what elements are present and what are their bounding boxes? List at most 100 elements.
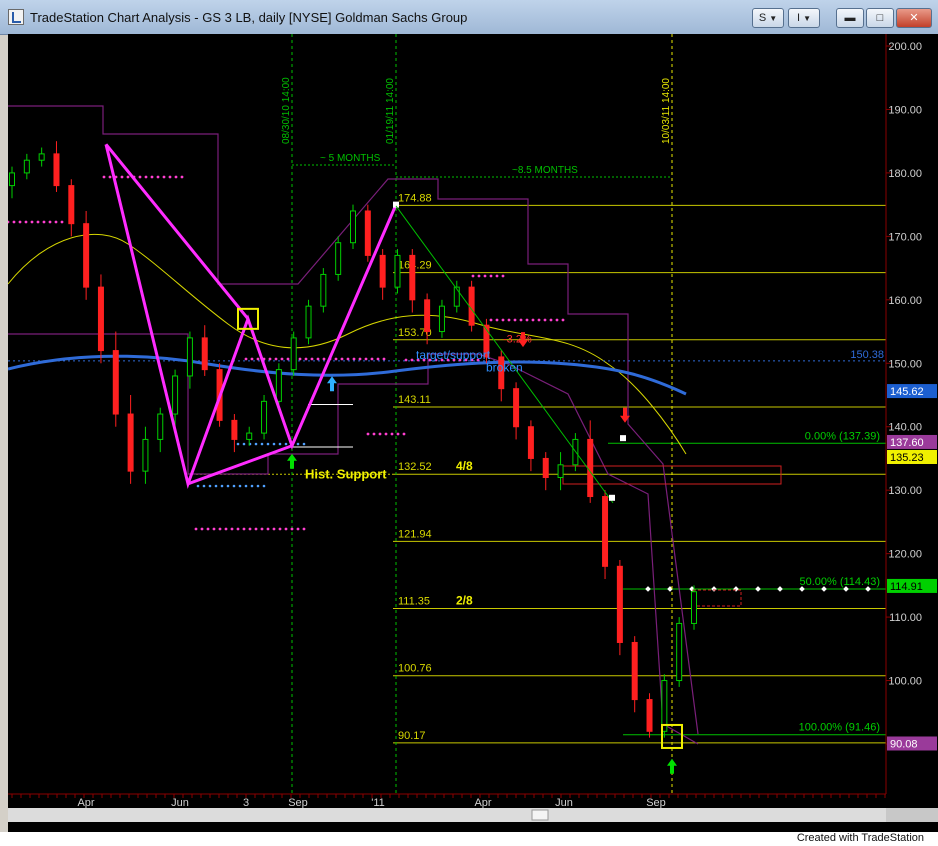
candle-body	[142, 438, 149, 472]
parabolic-dot	[316, 357, 320, 361]
support-dot	[278, 442, 282, 446]
support-dot	[256, 484, 260, 488]
close-button[interactable]: ✕	[896, 8, 932, 28]
parabolic-dot	[12, 220, 16, 224]
candle-body	[201, 337, 208, 371]
price-tag-label: 90.08	[890, 738, 918, 750]
span-label: ~ 5 MONTHS	[320, 153, 381, 164]
parabolic-dot	[278, 527, 282, 531]
price-tag-label: 145.62	[890, 386, 924, 398]
candle-body	[172, 375, 179, 415]
chart-decorations	[6, 105, 886, 745]
support-dot	[262, 484, 266, 488]
fib-marker	[755, 586, 761, 592]
parabolic-dot	[102, 175, 106, 179]
support-dot	[260, 442, 264, 446]
annotations: Hist. Support target/supportbroken -3.2%	[287, 332, 683, 774]
parabolic-dot	[266, 527, 270, 531]
minimize-button[interactable]: ▬	[836, 8, 864, 28]
vertical-markers: 08/30/10 14:00 01/19/11 14:00 10/03/11 14:…	[281, 34, 673, 794]
candle-body	[379, 254, 386, 288]
parabolic-dot	[549, 318, 553, 322]
parabolic-dot	[60, 220, 64, 224]
parabolic-dot	[286, 357, 290, 361]
parabolic-dot	[120, 175, 124, 179]
parabolic-dot	[531, 318, 535, 322]
candle-body	[335, 242, 342, 275]
candle-body	[557, 464, 564, 478]
time-tick-label: '11	[371, 797, 385, 809]
parabolic-dot	[24, 220, 28, 224]
parabolic-dot	[162, 175, 166, 179]
support-dot	[302, 442, 306, 446]
price-tick-label: 190.00	[888, 104, 922, 116]
parabolic-dot	[410, 358, 414, 362]
candle-body	[542, 457, 549, 478]
price-tag: 150.38	[850, 349, 884, 361]
candle-body	[261, 400, 268, 434]
fib-label: 50.00% (114.43)	[799, 576, 880, 588]
time-tick-label: Jun	[555, 797, 573, 809]
parabolic-dot	[298, 357, 302, 361]
candle-body	[68, 185, 75, 225]
support-dot	[214, 484, 218, 488]
candle-body	[364, 210, 371, 256]
candle-body	[38, 153, 45, 161]
chart-area[interactable]: 174.88164.29153.70143.11132.524/8121.941…	[6, 34, 938, 832]
parabolic-dot	[42, 220, 46, 224]
parabolic-dot	[495, 274, 499, 278]
level-label: 143.11	[398, 394, 431, 406]
support-dot	[296, 442, 300, 446]
candle-body	[23, 159, 30, 174]
parabolic-dot	[138, 175, 142, 179]
parabolic-dot	[272, 527, 276, 531]
s-dropdown-button[interactable]: S ▼	[752, 8, 784, 28]
i-label: I	[796, 12, 801, 24]
candle-body	[676, 622, 683, 682]
candle-body	[275, 369, 282, 402]
maximize-button[interactable]: □	[866, 8, 894, 28]
parabolic-dot	[212, 527, 216, 531]
parabolic-dot	[346, 357, 350, 361]
price-tick-label: 110.00	[889, 612, 922, 624]
parabolic-dot	[489, 318, 493, 322]
pattern-leg	[187, 444, 293, 486]
price-tick-label: 120.00	[888, 549, 922, 561]
level-label: 121.94	[398, 528, 432, 540]
time-tick-label: Sep	[288, 797, 308, 809]
parabolic-dot	[144, 175, 148, 179]
i-dropdown-button[interactable]: I ▼	[788, 8, 820, 28]
trend-point	[609, 494, 615, 501]
vertical-marker-label: 01/19/11 14:00	[385, 78, 396, 144]
parabolic-dot	[519, 318, 523, 322]
candle-body	[661, 680, 668, 732]
candle-body	[631, 641, 638, 701]
status-bar: Created with TradeStation	[0, 832, 938, 846]
parabolic-dot	[244, 357, 248, 361]
candle-body	[616, 565, 623, 643]
parabolic-dot	[250, 357, 254, 361]
time-axis: Apr Jun 3 Sep '11 Apr Jun Sep	[8, 793, 938, 822]
parabolic-dot	[310, 357, 314, 361]
chevron-down-icon: ▼	[769, 14, 778, 23]
parabolic-dot	[396, 432, 400, 436]
parabolic-dot	[230, 527, 234, 531]
fib-marker	[711, 586, 717, 592]
parabolic-dot	[242, 527, 246, 531]
parabolic-dot	[126, 175, 130, 179]
parabolic-dot	[390, 432, 394, 436]
price-tag-label: 114.91	[890, 581, 923, 593]
maximize-icon: □	[876, 12, 884, 24]
parabolic-dot	[224, 527, 228, 531]
support-dot	[238, 484, 242, 488]
price-tick-label: 100.00	[888, 676, 922, 688]
price-tag-label: 135.23	[890, 452, 924, 464]
percent-label: -3.2%	[503, 333, 532, 345]
parabolic-dot	[555, 318, 559, 322]
app-icon	[8, 9, 24, 25]
parabolic-dot	[254, 527, 258, 531]
parabolic-dot	[280, 357, 284, 361]
price-chart[interactable]: 174.88164.29153.70143.11132.524/8121.941…	[6, 34, 938, 832]
time-tick-label: Jun	[171, 797, 189, 809]
moving-average-blue	[7, 354, 687, 396]
